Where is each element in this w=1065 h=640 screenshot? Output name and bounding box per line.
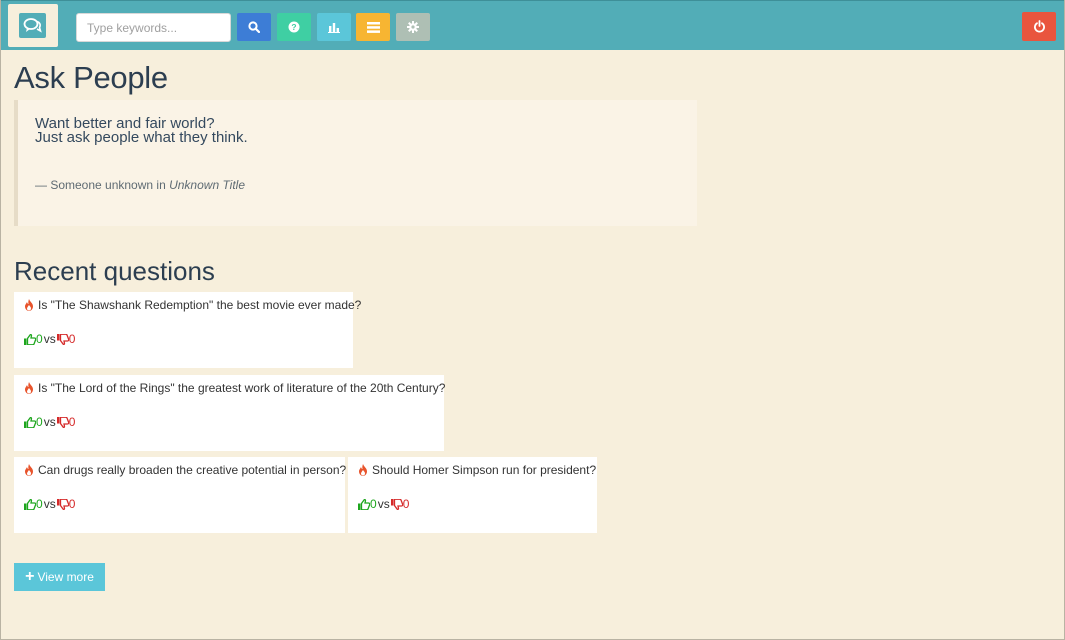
fire-icon (25, 299, 33, 311)
vote-counts: 0 vs 0 (358, 497, 409, 511)
vs-label: vs (43, 497, 56, 511)
quote-line-2: Just ask people what they think. (35, 129, 248, 146)
question-text: Can drugs really broaden the creative po… (38, 463, 347, 477)
vs-label: vs (43, 332, 56, 346)
question-card[interactable]: Is "The Shawshank Redemption" the best m… (14, 292, 361, 368)
thumbs-up-icon[interactable] (24, 498, 36, 510)
top-navbar: ? (1, 0, 1064, 50)
bar-chart-icon (328, 22, 340, 33)
vs-label: vs (43, 415, 56, 429)
chat-bubbles-icon (23, 18, 42, 33)
plus-icon: + (25, 568, 35, 585)
help-button[interactable]: ? (277, 13, 311, 41)
search-button[interactable] (237, 13, 271, 41)
question-card[interactable]: Can drugs really broaden the creative po… (14, 457, 347, 533)
thumbs-down-icon[interactable] (56, 333, 69, 345)
down-votes: 0 (402, 497, 410, 511)
logout-button[interactable] (1022, 12, 1056, 41)
vs-label: vs (377, 497, 390, 511)
question-text: Is "The Shawshank Redemption" the best m… (38, 298, 362, 312)
view-more-button[interactable]: + View more (14, 563, 105, 591)
search-icon (248, 21, 260, 33)
quote-block: Want better and fair world? Just ask peo… (14, 100, 697, 226)
vote-counts: 0 vs 0 (24, 497, 75, 511)
stats-button[interactable] (317, 13, 351, 41)
fire-icon (359, 464, 367, 476)
power-icon (1033, 20, 1045, 33)
fire-icon (25, 464, 33, 476)
quote-source: Unknown Title (169, 178, 246, 192)
quote-author: — Someone unknown in (35, 178, 166, 192)
fire-icon (25, 382, 33, 394)
thumbs-up-icon[interactable] (358, 498, 370, 510)
thumbs-down-icon[interactable] (56, 498, 69, 510)
list-icon (366, 21, 380, 33)
thumbs-down-icon[interactable] (56, 416, 69, 428)
svg-text:?: ? (291, 22, 296, 32)
thumbs-up-icon[interactable] (24, 416, 36, 428)
gear-icon (407, 21, 419, 33)
quote-citation: — Someone unknown in Unknown Title (35, 178, 245, 192)
thumbs-up-icon[interactable] (24, 333, 36, 345)
question-text: Is "The Lord of the Rings" the greatest … (38, 381, 446, 395)
vote-counts: 0 vs 0 (24, 332, 75, 346)
thumbs-down-icon[interactable] (390, 498, 403, 510)
search-input[interactable] (76, 13, 231, 42)
question-icon: ? (288, 21, 300, 33)
question-card[interactable]: Should Homer Simpson run for president? … (348, 457, 597, 533)
down-votes: 0 (68, 497, 76, 511)
down-votes: 0 (68, 332, 76, 346)
settings-button[interactable] (396, 13, 430, 41)
brand-logo[interactable] (8, 4, 58, 47)
up-votes: 0 (36, 415, 43, 429)
up-votes: 0 (36, 497, 43, 511)
down-votes: 0 (68, 415, 76, 429)
question-text: Should Homer Simpson run for president? (372, 463, 597, 477)
up-votes: 0 (36, 332, 43, 346)
question-card[interactable]: Is "The Lord of the Rings" the greatest … (14, 375, 446, 451)
page-title: Ask People (14, 60, 168, 95)
recent-questions-title: Recent questions (14, 256, 215, 286)
up-votes: 0 (370, 497, 377, 511)
list-button[interactable] (356, 13, 390, 41)
view-more-label: View more (37, 570, 94, 584)
vote-counts: 0 vs 0 (24, 415, 75, 429)
